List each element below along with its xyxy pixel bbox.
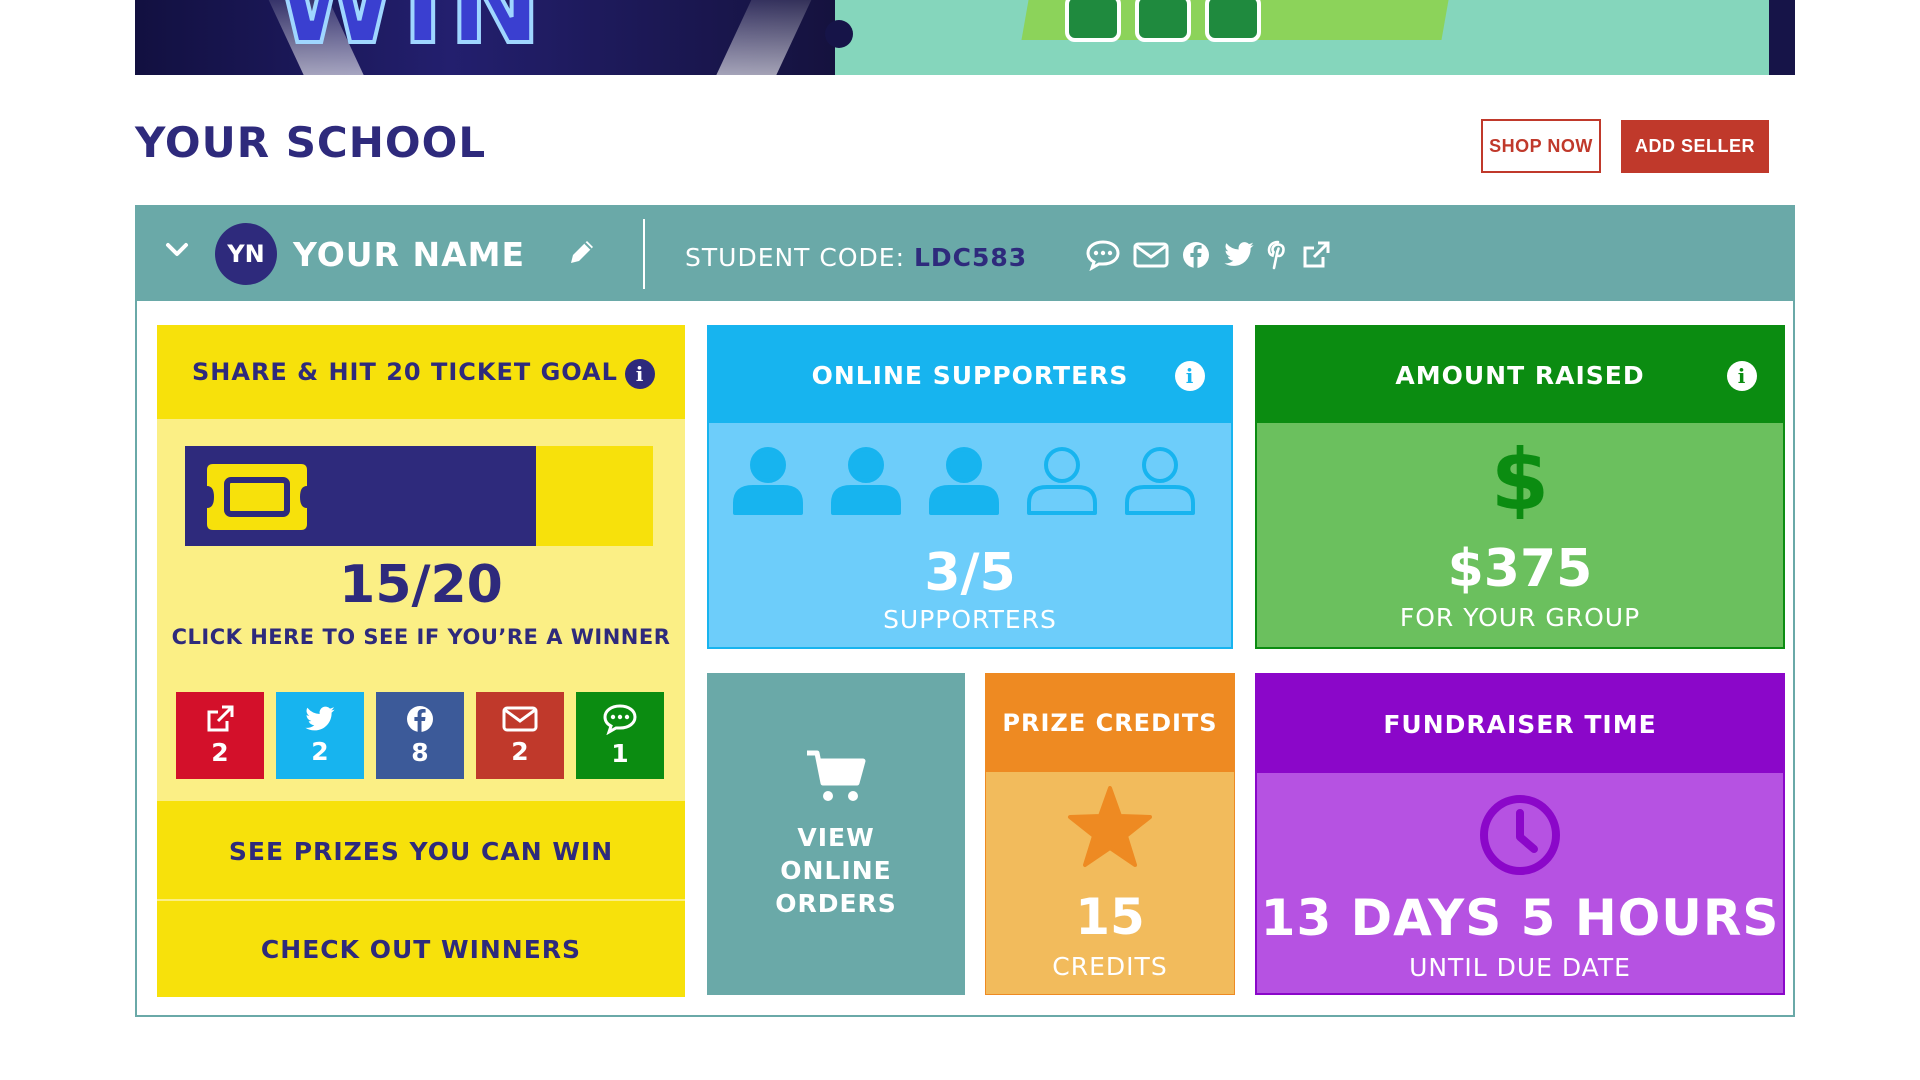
ticket-goal-body: 15/20 CLICK HERE TO SEE IF YOU’RE A WINN… <box>157 419 685 801</box>
ticket-goal-title: SHARE & HIT 20 TICKET GOAL <box>192 358 618 386</box>
avatar: YN <box>215 223 277 285</box>
facebook-icon[interactable] <box>1181 240 1211 270</box>
add-seller-button[interactable]: ADD SELLER <box>1621 120 1769 173</box>
info-icon[interactable]: i <box>1175 361 1205 391</box>
share-tile-link[interactable]: 2 <box>176 692 264 779</box>
star-icon <box>986 786 1234 868</box>
chat-icon <box>602 703 638 735</box>
prize-credits-label: CREDITS <box>1052 952 1168 981</box>
pinterest-icon[interactable] <box>1267 240 1289 270</box>
supporters-label: SUPPORTERS <box>883 605 1057 634</box>
banner-edge <box>1769 0 1795 75</box>
banner-ticket-notch <box>825 20 853 48</box>
fundraiser-time-value: 13 DAYS 5 HOURS <box>1260 889 1780 947</box>
student-name: YOUR NAME <box>293 235 526 274</box>
promo-banner: WIN <box>135 0 1795 75</box>
email-icon <box>502 705 538 733</box>
divider <box>643 219 645 289</box>
chat-icon <box>1065 0 1121 42</box>
email-icon[interactable] <box>1133 241 1169 269</box>
student-code-value: LDC583 <box>913 243 1028 272</box>
cart-icon <box>805 749 867 805</box>
share-count: 1 <box>611 739 629 768</box>
share-tile-facebook[interactable]: 8 <box>376 692 464 779</box>
person-filled-icon <box>927 445 1001 517</box>
online-supporters-card: ONLINE SUPPORTERS i 3/5 SUPPORTERS <box>707 325 1233 649</box>
amount-raised-header: AMOUNT RAISED i <box>1257 327 1783 423</box>
check-winner-link[interactable]: CLICK HERE TO SEE IF YOU’RE A WINNER <box>157 625 685 649</box>
prize-credits-value: 15 <box>1075 888 1145 946</box>
share-count: 2 <box>211 738 229 767</box>
dollar-icon: $ <box>1257 439 1783 519</box>
share-tile-twitter[interactable]: 2 <box>276 692 364 779</box>
clock-icon <box>1257 793 1783 877</box>
share-count: 2 <box>311 736 329 766</box>
share-count: 2 <box>511 737 529 766</box>
amount-raised-label: FOR YOUR GROUP <box>1399 603 1641 632</box>
svg-text:$: $ <box>1495 439 1545 519</box>
ticket-icon <box>207 464 307 530</box>
person-filled-icon <box>731 445 805 517</box>
ticket-progress-bar <box>185 446 653 546</box>
facebook-icon <box>1205 0 1261 42</box>
page-title: YOUR SCHOOL <box>135 118 487 167</box>
supporter-icons <box>731 445 1197 517</box>
external-link-icon[interactable] <box>1301 240 1331 270</box>
person-outline-icon <box>1025 445 1099 517</box>
amount-raised-card: AMOUNT RAISED i $ $375 FOR YOUR GROUP <box>1255 325 1785 649</box>
share-icons <box>1085 239 1331 271</box>
ticket-goal-card: SHARE & HIT 20 TICKET GOAL i 15/20 CLICK… <box>157 325 685 997</box>
twitter-icon <box>304 706 336 733</box>
twitter-icon[interactable] <box>1223 241 1255 269</box>
online-supporters-header: ONLINE SUPPORTERS i <box>709 327 1231 423</box>
email-icon <box>1135 0 1191 42</box>
prize-credits-card: PRIZE CREDITS 15 CREDITS <box>985 673 1235 995</box>
banner-headline: WIN <box>273 0 548 70</box>
ticket-goal-header: SHARE & HIT 20 TICKET GOAL i <box>157 325 685 419</box>
info-icon[interactable]: i <box>625 359 655 389</box>
info-icon[interactable]: i <box>1727 361 1757 391</box>
amount-raised-value: $375 <box>1447 539 1593 599</box>
student-panel: YN YOUR NAME STUDENT CODE: LDC583 SHARE … <box>135 205 1795 1017</box>
view-online-orders-label: VIEW ONLINE ORDERS <box>775 822 897 918</box>
online-supporters-title: ONLINE SUPPORTERS <box>811 360 1129 390</box>
share-tile-email[interactable]: 2 <box>476 692 564 779</box>
amount-raised-title: AMOUNT RAISED <box>1395 360 1645 390</box>
external-link-icon <box>205 704 235 734</box>
ticket-progress-text: 15/20 <box>339 555 503 615</box>
see-prizes-link[interactable]: SEE PRIZES YOU CAN WIN <box>157 803 685 899</box>
fundraiser-time-card: FUNDRAISER TIME 13 DAYS 5 HOURS UNTIL DU… <box>1255 673 1785 995</box>
student-bar: YN YOUR NAME STUDENT CODE: LDC583 <box>137 207 1793 301</box>
prize-credits-header: PRIZE CREDITS <box>986 674 1234 772</box>
chat-icon[interactable] <box>1085 239 1121 271</box>
person-outline-icon <box>1123 445 1197 517</box>
pencil-icon[interactable] <box>565 235 599 269</box>
banner-share-icons <box>1065 0 1261 42</box>
check-out-winners-link[interactable]: CHECK OUT WINNERS <box>157 901 685 997</box>
student-code-label: STUDENT CODE: <box>685 243 906 272</box>
student-code: STUDENT CODE: LDC583 <box>685 243 1027 272</box>
share-tile-chat[interactable]: 1 <box>576 692 664 779</box>
share-count: 8 <box>411 738 429 767</box>
shop-now-button[interactable]: SHOP NOW <box>1481 119 1601 173</box>
fundraiser-time-header: FUNDRAISER TIME <box>1257 675 1783 773</box>
fundraiser-time-label: UNTIL DUE DATE <box>1409 953 1631 982</box>
view-online-orders-card[interactable]: VIEW ONLINE ORDERS <box>707 673 965 995</box>
supporters-count: 3/5 <box>924 543 1016 603</box>
person-filled-icon <box>829 445 903 517</box>
facebook-icon <box>405 704 435 734</box>
chevron-down-icon[interactable] <box>165 242 189 258</box>
share-count-tiles: 2 2 8 2 1 <box>176 692 664 779</box>
